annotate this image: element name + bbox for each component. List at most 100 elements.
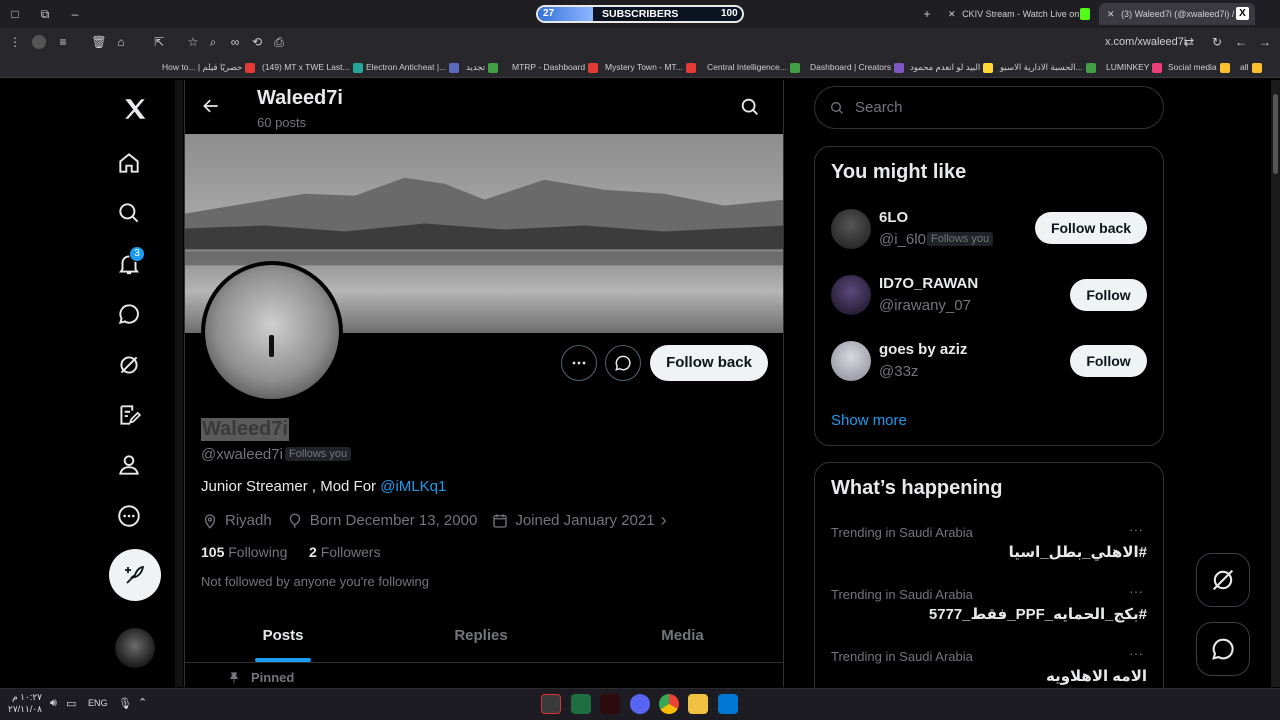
address-bar[interactable]: x.com/xwaleed7i bbox=[1105, 36, 1186, 48]
reading-list-icon[interactable]: ≡ bbox=[54, 33, 72, 51]
chevron-right-icon[interactable]: › bbox=[661, 510, 667, 531]
star-icon[interactable]: ☆ bbox=[184, 33, 202, 51]
bio-mention-link[interactable]: @iMLKq1 bbox=[380, 478, 446, 495]
screenshot-icon[interactable]: ⎙ bbox=[270, 33, 288, 51]
suggested-user-avatar[interactable] bbox=[831, 275, 871, 315]
microphone-icon[interactable]: 🎙︎ bbox=[118, 697, 132, 710]
grok-floating-button[interactable] bbox=[1196, 553, 1250, 607]
close-icon[interactable]: ✕ bbox=[948, 9, 956, 19]
back-icon[interactable]: ← bbox=[1232, 33, 1250, 51]
taskbar-start-icon[interactable] bbox=[718, 694, 738, 714]
bookmark-item[interactable]: البيد لو انعدم محمود bbox=[910, 59, 996, 75]
trend-item[interactable]: الامه الاهلاويه bbox=[1046, 667, 1147, 685]
back-button[interactable] bbox=[201, 96, 221, 121]
restore-icon[interactable]: ⧉ bbox=[36, 5, 54, 23]
followers-stat[interactable]: 2 Followers bbox=[309, 544, 381, 560]
follow-button[interactable]: Follow bbox=[1070, 279, 1147, 311]
taskbar-app-icon[interactable] bbox=[541, 694, 561, 714]
forward-icon[interactable]: → bbox=[1256, 33, 1274, 51]
show-more-link[interactable]: Show more bbox=[831, 412, 907, 429]
system-clock[interactable]: ١٠:٢٧ م ٢٧/١١/٠٨ bbox=[8, 691, 42, 715]
home-icon[interactable] bbox=[107, 141, 151, 185]
profile-search-button[interactable] bbox=[739, 96, 761, 123]
bookmark-item[interactable]: تجديد bbox=[466, 59, 501, 75]
bookmark-item[interactable]: Electron Anticheat |... bbox=[366, 59, 462, 75]
taskbar-explorer-icon[interactable] bbox=[688, 694, 708, 714]
bookmark-item[interactable]: How to... | حصريًا فيلم bbox=[162, 59, 258, 75]
profile-avatar-icon[interactable] bbox=[32, 35, 46, 49]
grok-icon[interactable] bbox=[107, 343, 151, 387]
compose-post-button[interactable] bbox=[109, 549, 161, 601]
search-input[interactable]: Search bbox=[855, 99, 903, 116]
window-control-icon[interactable]: □ bbox=[6, 5, 24, 23]
profile-icon[interactable] bbox=[107, 443, 151, 487]
reload-icon[interactable]: ↻ bbox=[1208, 33, 1226, 51]
translate-icon[interactable]: ⟲ bbox=[248, 33, 266, 51]
more-icon[interactable] bbox=[107, 494, 151, 538]
tab-stream[interactable]: ✕ CKIV Stream - Watch Live on Ki bbox=[940, 3, 1100, 25]
suggested-user-name[interactable]: goes by aziz bbox=[879, 341, 967, 358]
new-tab-icon[interactable]: + bbox=[918, 5, 936, 23]
profile-avatar[interactable] bbox=[201, 261, 343, 403]
volume-icon[interactable]: 🔊︎ bbox=[50, 697, 57, 710]
subscriber-goal-widget: 27 SUBSCRIBERS 100 bbox=[536, 5, 744, 23]
trash-icon[interactable]: 🗑 bbox=[90, 33, 108, 51]
suggested-user-avatar[interactable] bbox=[831, 209, 871, 249]
tab-media[interactable]: Media bbox=[581, 610, 783, 663]
more-options-button[interactable] bbox=[561, 345, 597, 381]
reader-icon[interactable]: ∞ bbox=[226, 33, 244, 51]
tab-x-profile[interactable]: ✕ (3) Waleed7i (@xwaleed7i) / X bbox=[1099, 3, 1255, 25]
tab-posts[interactable]: Posts bbox=[185, 610, 381, 663]
menu-dots-icon[interactable]: ⋮ bbox=[6, 33, 24, 51]
suggested-user-name[interactable]: ID7O_RAWAN bbox=[879, 275, 978, 292]
main-scrollbar[interactable] bbox=[175, 80, 183, 687]
extension-icon[interactable]: ⌂ bbox=[112, 33, 130, 51]
account-avatar[interactable] bbox=[115, 628, 155, 668]
site-settings-icon[interactable]: ⇄ bbox=[1180, 33, 1198, 51]
follow-back-button[interactable]: Follow back bbox=[650, 345, 768, 381]
x-logo-icon[interactable] bbox=[113, 87, 157, 131]
messages-icon[interactable] bbox=[107, 292, 151, 336]
suggested-user-avatar[interactable] bbox=[831, 341, 871, 381]
taskbar-discord-icon[interactable] bbox=[630, 694, 650, 714]
bookmark-item[interactable]: LUMINKEY bbox=[1106, 59, 1165, 75]
follow-button[interactable]: Follow bbox=[1070, 345, 1147, 377]
taskbar-excel-icon[interactable] bbox=[571, 694, 591, 714]
trend-more-icon[interactable]: ··· bbox=[1129, 583, 1143, 599]
taskbar-app-icon[interactable] bbox=[600, 694, 620, 714]
bookmark-item[interactable]: الحسبة الادارية الاسبو... bbox=[1000, 59, 1099, 75]
minimize-icon[interactable]: – bbox=[66, 5, 84, 23]
bookmark-item[interactable]: Social media bbox=[1168, 59, 1233, 75]
trend-item[interactable]: #بكج_الحمايه_PPF_فقط_5777 bbox=[929, 605, 1147, 623]
follow-back-button[interactable]: Follow back bbox=[1035, 212, 1147, 244]
zoom-icon[interactable]: ⌕ bbox=[204, 33, 222, 51]
message-button[interactable] bbox=[605, 345, 641, 381]
chevron-up-icon[interactable]: ⌃ bbox=[138, 696, 147, 709]
bookmark-item[interactable]: MTRP - Dashboard bbox=[512, 59, 601, 75]
network-icon[interactable]: ▭ bbox=[66, 697, 76, 710]
trend-more-icon[interactable]: ··· bbox=[1129, 645, 1143, 661]
bookmark-favicon-icon bbox=[789, 62, 800, 73]
input-language[interactable]: ENG bbox=[88, 698, 108, 708]
share-icon[interactable]: ⇱ bbox=[150, 33, 168, 51]
bookmark-item[interactable]: Mystery Town - MT... bbox=[605, 59, 699, 75]
taskbar-chrome-icon[interactable] bbox=[659, 694, 679, 714]
suggested-user-name[interactable]: 6LO bbox=[879, 209, 908, 226]
page-scrollbar-thumb[interactable] bbox=[1273, 94, 1278, 174]
bookmark-item[interactable]: Dashboard | Creators bbox=[810, 59, 907, 75]
notifications-bell-icon[interactable] bbox=[107, 242, 151, 286]
tab-replies[interactable]: Replies bbox=[381, 610, 581, 663]
close-icon[interactable]: ✕ bbox=[1107, 9, 1115, 19]
following-stat[interactable]: 105 Following bbox=[201, 544, 287, 560]
trend-item[interactable]: #الاهلي_بطل_اسيا bbox=[1009, 543, 1147, 561]
lists-icon[interactable] bbox=[107, 393, 151, 437]
trend-more-icon[interactable]: ··· bbox=[1129, 521, 1143, 537]
search-box[interactable]: Search bbox=[814, 86, 1164, 129]
page-scrollbar[interactable] bbox=[1271, 80, 1280, 687]
bookmark-item[interactable]: (149) MT x TWE Last... bbox=[262, 59, 366, 75]
bookmark-item[interactable]: Central Intelligence... bbox=[707, 59, 803, 75]
location-pin-icon bbox=[204, 513, 216, 529]
search-icon[interactable] bbox=[107, 191, 151, 235]
bookmark-item[interactable]: all bbox=[1240, 59, 1265, 75]
messages-floating-button[interactable] bbox=[1196, 622, 1250, 676]
